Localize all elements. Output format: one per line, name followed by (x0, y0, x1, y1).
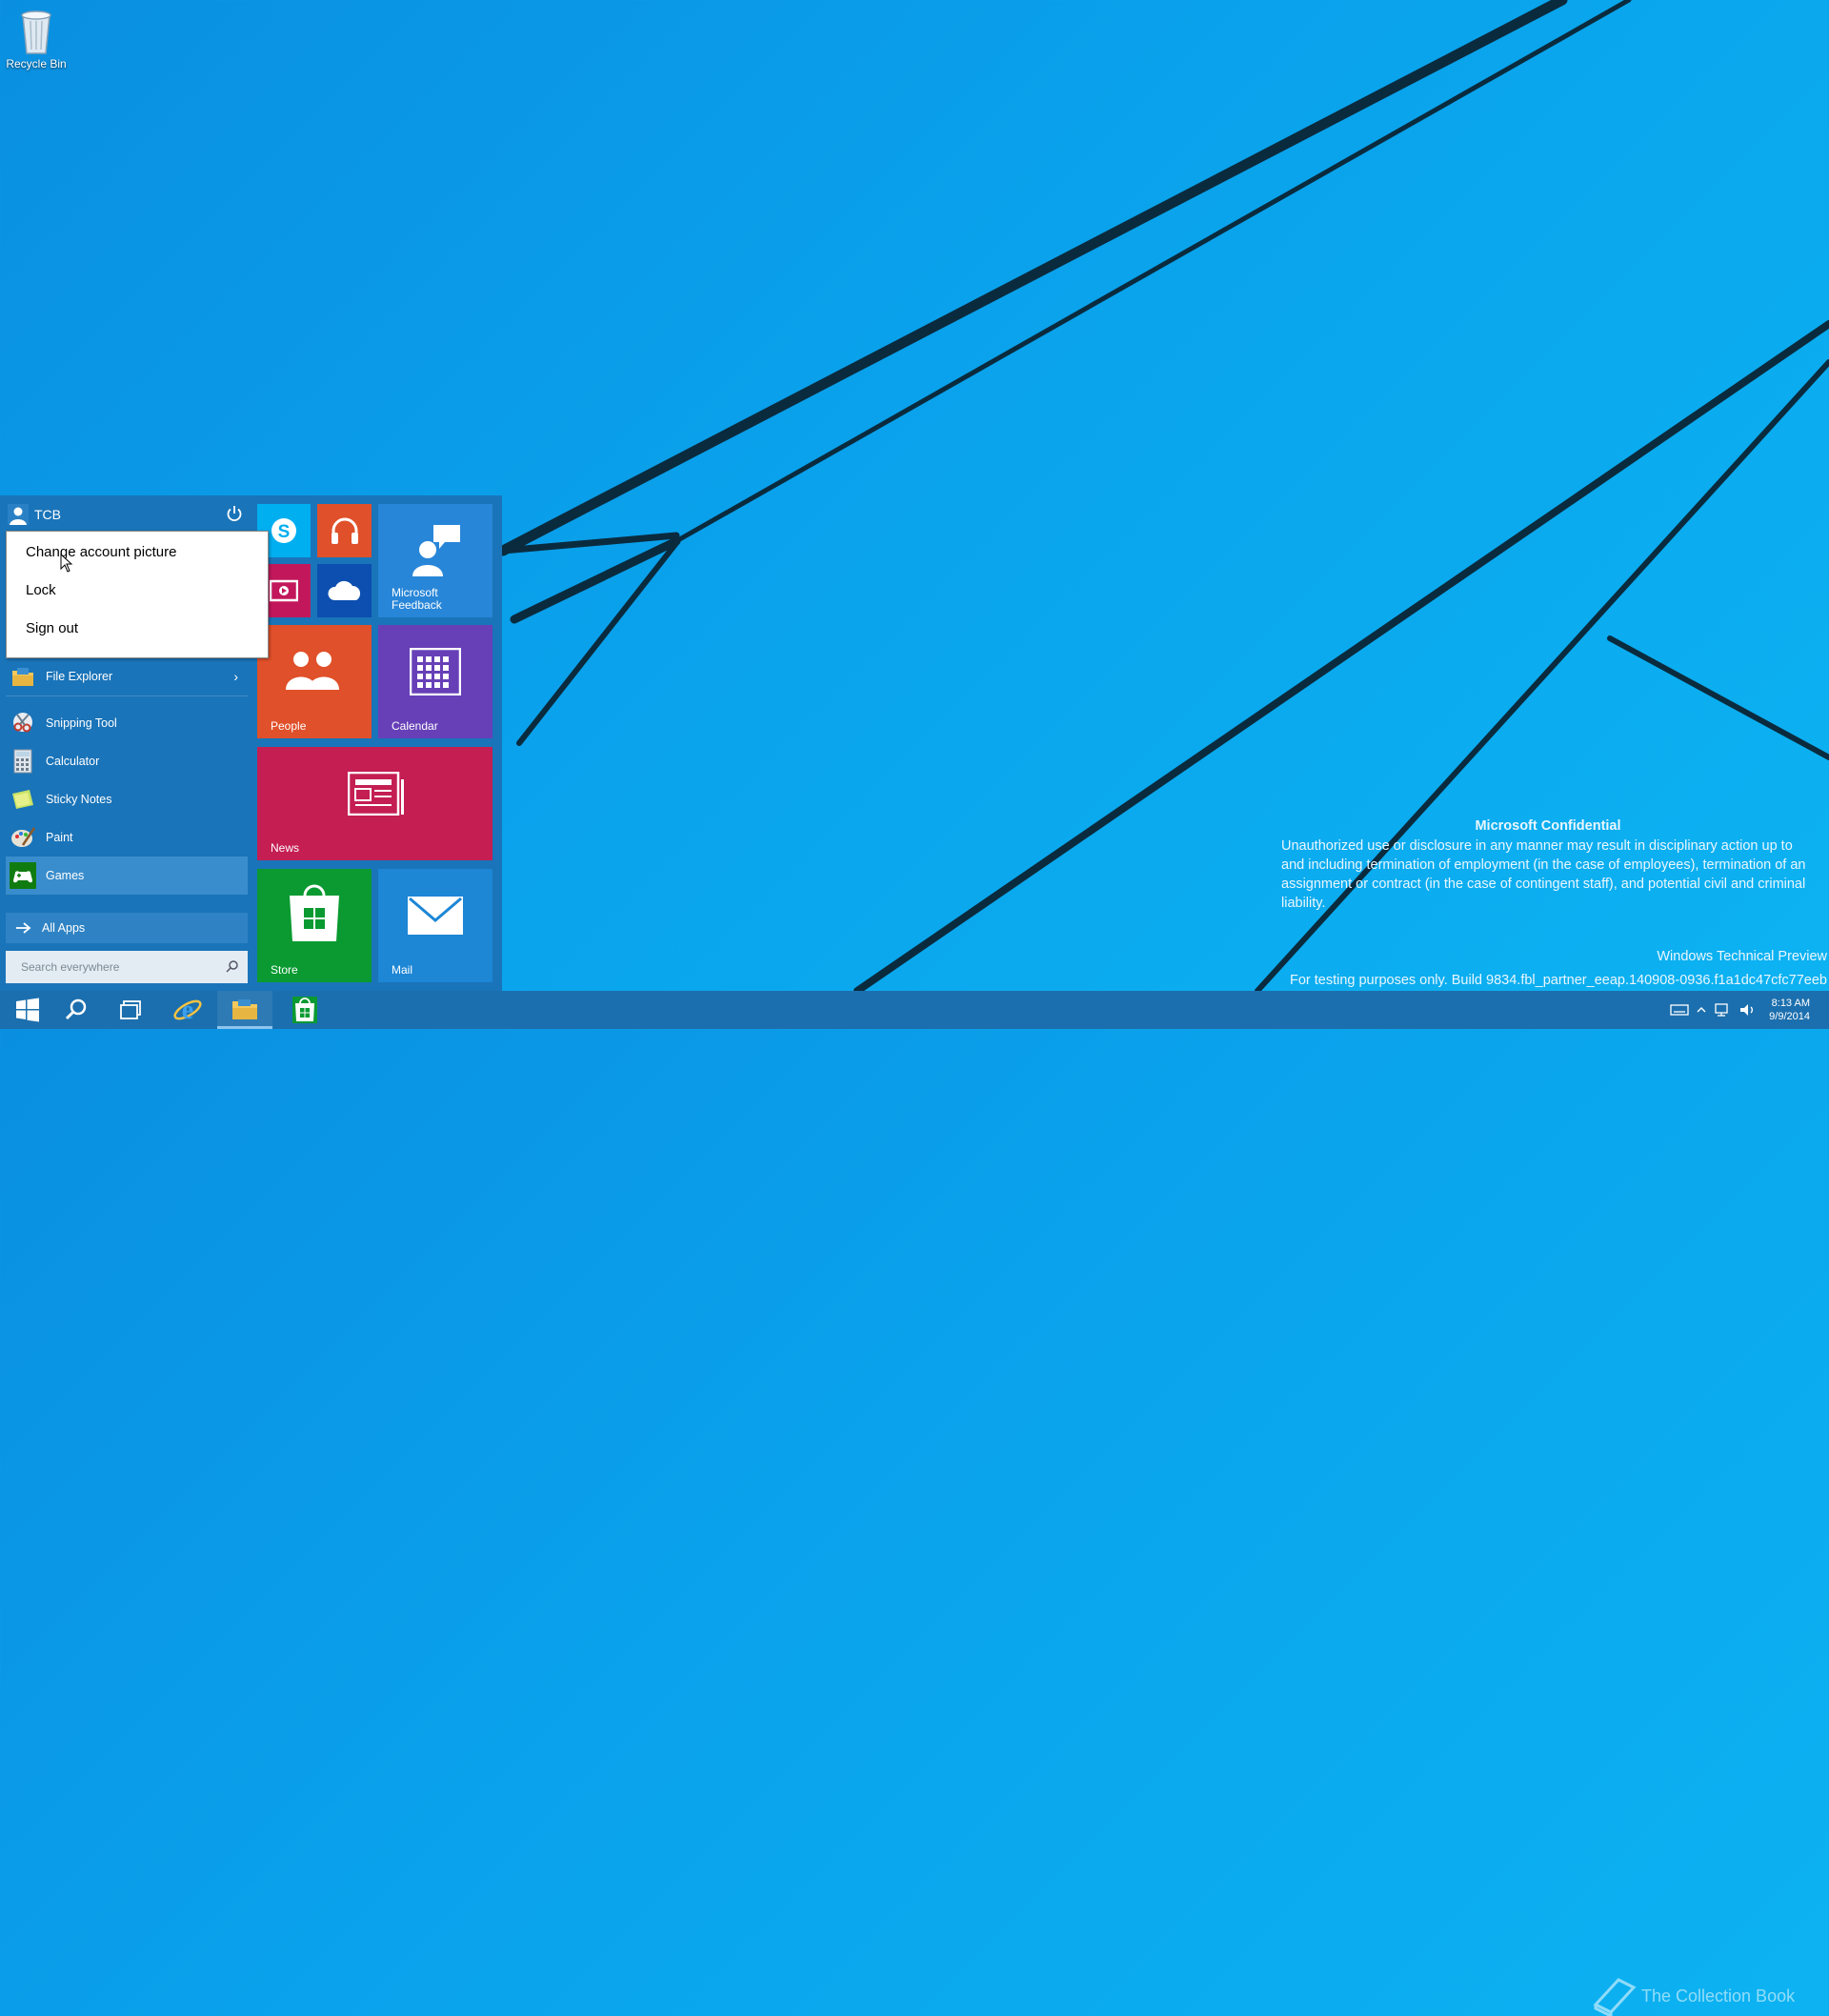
svg-text:e: e (182, 996, 193, 1025)
app-label: Snipping Tool (46, 716, 117, 730)
tile-label: Store (271, 963, 298, 977)
newspaper-icon (348, 772, 404, 816)
mouse-cursor-icon (60, 554, 73, 573)
app-file-explorer[interactable]: File Explorer › (6, 657, 248, 696)
tile-mail[interactable]: Mail (378, 869, 492, 982)
app-snipping-tool[interactable]: Snipping Tool (6, 704, 248, 742)
user-name: TCB (34, 507, 61, 522)
watermark: The Collection Book (1590, 1976, 1795, 2016)
video-icon (270, 579, 298, 602)
search-input[interactable] (6, 959, 213, 975)
tile-calendar[interactable]: Calendar (378, 625, 492, 738)
lock-item[interactable]: Lock (7, 572, 268, 610)
svg-text:S: S (278, 522, 291, 542)
tile-onedrive[interactable] (317, 564, 372, 617)
clock[interactable]: 8:13 AM 9/9/2014 (1761, 997, 1829, 1023)
tile-label: People (271, 719, 307, 733)
search-button[interactable] (49, 991, 104, 1029)
network-icon[interactable] (1714, 1002, 1733, 1018)
file-explorer-button[interactable] (217, 991, 272, 1029)
power-icon[interactable] (225, 504, 244, 523)
volume-icon[interactable] (1739, 1002, 1758, 1018)
app-list: File Explorer › Snipping Tool Calculator… (6, 657, 248, 895)
search-icon (65, 998, 87, 1020)
confidential-title: Microsoft Confidential (1475, 818, 1621, 834)
app-label: Games (46, 869, 85, 882)
calculator-icon (13, 749, 32, 774)
tile-label: Mail (392, 963, 413, 977)
recycle-bin-icon (21, 10, 51, 54)
windows-logo-icon (16, 998, 39, 1022)
store-button[interactable] (277, 991, 332, 1029)
cloud-icon (328, 580, 361, 600)
app-label: Paint (46, 831, 73, 844)
tile-label: Calendar (392, 719, 438, 733)
tile-label: News (271, 841, 300, 855)
app-games[interactable]: Games (6, 857, 248, 895)
task-view-button[interactable] (103, 991, 158, 1029)
store-bag-icon (292, 997, 317, 1023)
tile-microsoft-feedback[interactable]: Microsoft Feedback (378, 504, 492, 617)
system-tray: 8:13 AM 9/9/2014 (1670, 991, 1829, 1029)
watermark-text: The Collection Book (1641, 1986, 1796, 2006)
feedback-people-icon (412, 525, 460, 576)
shopping-bag-icon (290, 884, 339, 941)
app-sticky-notes[interactable]: Sticky Notes (6, 780, 248, 818)
edition-text: Windows Technical Preview (1657, 949, 1827, 964)
envelope-icon (408, 897, 463, 935)
user-avatar-icon (8, 504, 29, 525)
start-menu: TCB Change account picture Lock Sign out… (0, 495, 502, 991)
confidential-notice: Microsoft Confidential Unauthorized use … (1281, 816, 1815, 913)
app-label: File Explorer (46, 670, 113, 683)
folder-icon (12, 668, 33, 686)
task-view-icon (120, 1000, 141, 1019)
skype-icon: S (271, 518, 296, 543)
game-controller-icon (10, 862, 36, 889)
app-label: Sticky Notes (46, 793, 112, 806)
internet-explorer-button[interactable]: e (160, 991, 215, 1029)
build-text: For testing purposes only. Build 9834.fb… (1289, 973, 1827, 988)
scissors-icon (13, 713, 32, 733)
start-search-box[interactable] (6, 951, 248, 983)
folder-icon (232, 998, 257, 1019)
user-account-button[interactable]: TCB (8, 502, 246, 527)
keyboard-icon[interactable] (1670, 1003, 1689, 1017)
headphones-icon (332, 517, 358, 544)
sign-out-item[interactable]: Sign out (7, 610, 268, 648)
people-icon (286, 652, 339, 690)
all-apps-button[interactable]: All Apps (6, 913, 248, 943)
book-icon (1593, 1978, 1637, 2016)
calendar-icon (410, 648, 461, 696)
account-context-menu: Change account picture Lock Sign out (6, 531, 269, 658)
app-calculator[interactable]: Calculator (6, 742, 248, 780)
recycle-bin-label: Recycle Bin (6, 57, 67, 71)
internet-explorer-icon: e (173, 996, 202, 1025)
clock-time: 8:13 AM (1771, 998, 1810, 1009)
clock-date: 9/9/2014 (1769, 1011, 1810, 1022)
taskbar: e The Collection Book 8:13 AM 9/9/2014 (0, 991, 1829, 2016)
tile-news[interactable]: News (257, 747, 492, 860)
confidential-text: Unauthorized use or disclosure in any ma… (1281, 838, 1806, 911)
show-hidden-icons-icon[interactable] (1695, 1003, 1708, 1017)
paint-palette-icon (11, 827, 36, 847)
tile-label: Microsoft Feedback (392, 586, 442, 612)
change-account-picture-item[interactable]: Change account picture (7, 534, 268, 572)
app-paint[interactable]: Paint (6, 818, 248, 857)
chevron-right-icon[interactable]: › (233, 669, 238, 684)
start-button[interactable] (0, 991, 55, 1029)
all-apps-label: All Apps (42, 921, 86, 935)
app-label: Calculator (46, 755, 100, 768)
recycle-bin[interactable]: Recycle Bin (4, 6, 69, 71)
search-icon[interactable] (225, 959, 240, 975)
sticky-note-icon (12, 790, 33, 809)
tile-people[interactable]: People (257, 625, 372, 738)
tile-store[interactable]: Store (257, 869, 372, 982)
arrow-right-icon (16, 922, 31, 934)
tile-music[interactable] (317, 504, 372, 557)
